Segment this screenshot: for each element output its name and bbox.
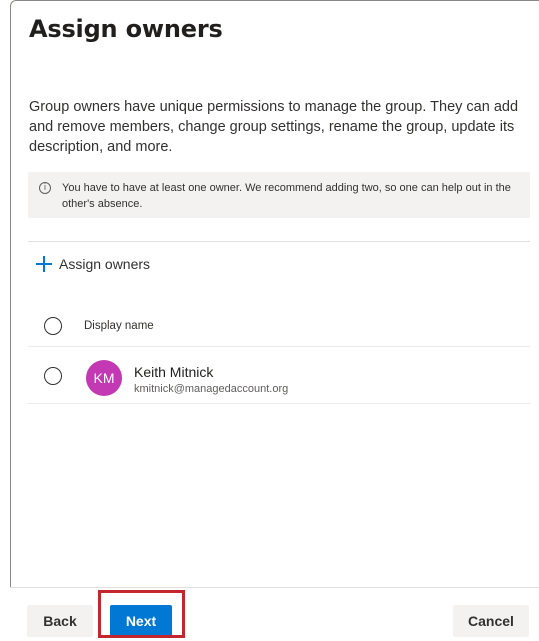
assign-owners-command[interactable]: Assign owners xyxy=(35,253,150,275)
plus-icon xyxy=(35,255,53,273)
table-row[interactable]: KM Keith Mitnick kmitnick@managedaccount… xyxy=(28,348,530,404)
page-description: Group owners have unique permissions to … xyxy=(29,99,519,155)
info-message-bar: i You have to have at least one owner. W… xyxy=(28,172,530,218)
info-message-text: You have to have at least one owner. We … xyxy=(62,182,511,210)
user-display-name: Keith Mitnick xyxy=(134,364,214,380)
cancel-button[interactable]: Cancel xyxy=(453,605,529,637)
page-title: Assign owners xyxy=(29,15,223,43)
assign-owners-panel: Assign owners Group owners have unique p… xyxy=(10,0,539,641)
column-header-display-name[interactable]: Display name xyxy=(84,320,154,332)
footer-bar: Back Next Cancel xyxy=(10,587,539,641)
avatar: KM xyxy=(86,360,122,396)
row-select-radio[interactable] xyxy=(44,367,62,385)
assign-owners-label: Assign owners xyxy=(59,256,151,272)
back-button[interactable]: Back xyxy=(27,605,93,637)
info-icon: i xyxy=(39,182,51,194)
select-all-radio[interactable] xyxy=(44,317,62,335)
user-email: kmitnick@managedaccount.org xyxy=(134,383,289,395)
divider xyxy=(28,241,530,242)
next-button[interactable]: Next xyxy=(110,605,172,637)
table-header-row: Display name xyxy=(28,307,530,347)
